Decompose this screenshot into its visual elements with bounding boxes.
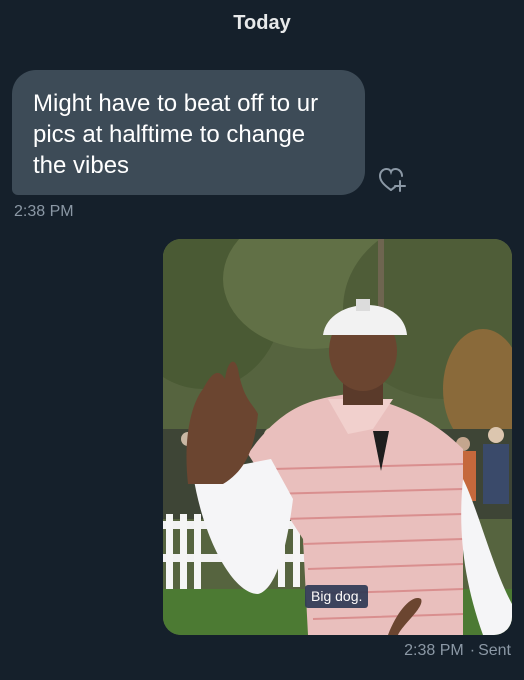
sent-image[interactable]: Big dog.	[163, 239, 512, 635]
date-header: Today	[233, 12, 291, 34]
image-caption: Big dog.	[305, 585, 369, 608]
sent-meta: 2:38 PM · Sent	[404, 642, 511, 660]
add-reaction-button[interactable]	[378, 166, 408, 194]
sent-timestamp: 2:38 PM	[404, 642, 464, 659]
heart-plus-icon	[378, 167, 406, 192]
separator-dot: ·	[469, 642, 476, 659]
received-message-bubble[interactable]: Might have to beat off to ur pics at hal…	[12, 70, 365, 195]
golfer-photo	[163, 239, 512, 635]
sent-status: Sent	[478, 642, 511, 659]
received-message-text: Might have to beat off to ur pics at hal…	[33, 90, 319, 179]
received-timestamp: 2:38 PM	[14, 203, 74, 220]
